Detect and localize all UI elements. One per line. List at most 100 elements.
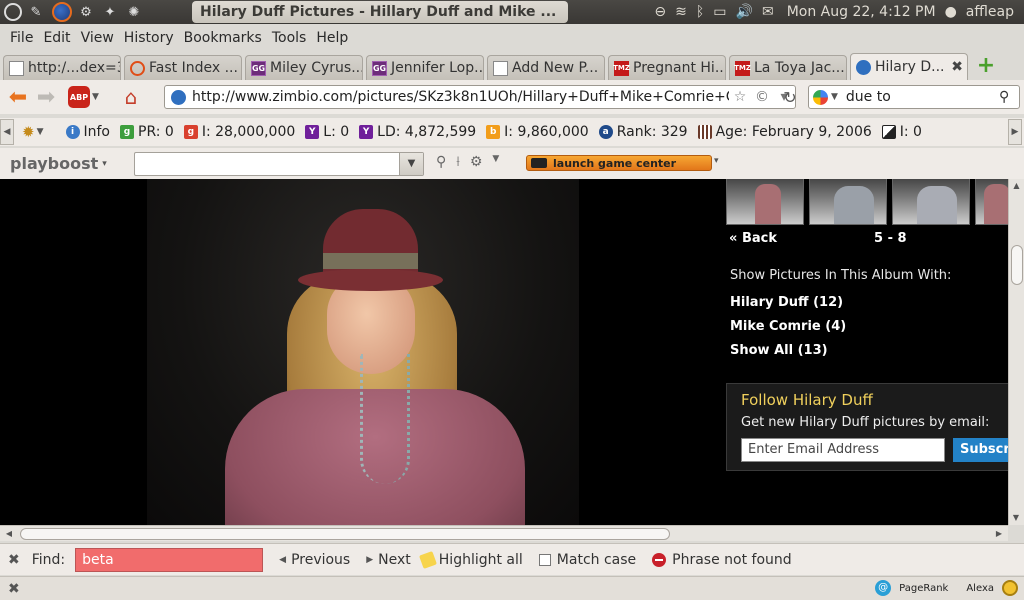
adblock-dropdown-icon[interactable]: ▼ [92,92,99,102]
menu-tools[interactable]: Tools [267,30,312,46]
menu-bookmarks[interactable]: Bookmarks [179,30,267,46]
scroll-down-icon[interactable]: ▼ [1009,511,1023,525]
vertical-scrollbar[interactable]: ▲ ▼ [1008,179,1024,525]
scroll-up-icon[interactable]: ▲ [1009,179,1024,193]
clock[interactable]: Mon Aug 22, 4:12 PM [787,4,936,20]
firefox-icon[interactable] [52,2,72,22]
url-bar[interactable]: http://www.zimbio.com/pictures/SKz3k8n1U… [164,85,796,109]
find-input[interactable]: beta [75,547,264,572]
search-bar[interactable]: ▼ due to ⚲ [808,85,1020,109]
yahoo-ld-item[interactable]: Y LD: 4,872,599 [359,124,476,140]
album-link-show-all[interactable]: Show All (13) [730,343,846,367]
text-editor-icon[interactable]: ✎ [26,2,46,22]
delicious-item[interactable]: I: 0 [881,124,922,140]
bookmark-star-icon[interactable]: ☆ [729,89,751,105]
tab[interactable]: TMZ Pregnant Hi... [608,55,726,80]
back-button[interactable]: ⬅ [4,83,32,111]
seoquake-icon[interactable]: ✹ [22,123,35,141]
back-link[interactable]: « Back [729,231,777,246]
pagerank-status-label[interactable]: PageRank [899,583,948,594]
thumbnail[interactable] [726,179,804,225]
addon-gear-icon[interactable] [1002,580,1018,596]
site-identity-icon[interactable] [171,89,186,105]
user-icon[interactable]: ● [945,4,957,20]
game-center-dropdown-icon[interactable]: ▾ [714,156,719,166]
gear-dropdown-icon[interactable]: ▼ [492,154,499,170]
thumbnail[interactable] [892,179,970,225]
menu-help[interactable]: Help [311,30,353,46]
info-item[interactable]: i Info [65,124,110,140]
find-previous-button[interactable]: ◀ Previous [279,552,350,568]
search-input[interactable]: due to [838,89,999,105]
alexa-status-label[interactable]: Alexa [966,583,994,594]
toolbar-scroll-right-button[interactable]: ▶ [1008,119,1022,145]
user-name[interactable]: affleap [966,4,1014,20]
scroll-left-icon[interactable]: ◀ [2,526,16,542]
tab[interactable]: GG Miley Cyrus... [245,55,363,80]
checkbox-icon[interactable] [538,553,551,566]
settings-launcher-icon[interactable]: ✺ [124,2,144,22]
forward-button[interactable]: ➡ [32,83,60,111]
tab[interactable]: TMZ La Toya Jac... [729,55,847,80]
minimize-icon[interactable]: ⊖ [654,4,666,20]
bing-index-item[interactable]: b I: 9,860,000 [486,124,589,140]
battery-icon[interactable]: ▭ [713,4,726,20]
volume-icon[interactable]: 🔊 [736,4,753,20]
reload-button[interactable]: ↻ [778,83,802,111]
wifi-icon[interactable]: ≋ [675,4,687,20]
yahoo-links-item[interactable]: Y L: 0 [305,124,349,140]
close-addon-bar-icon[interactable]: ✖ [8,581,20,597]
mail-icon[interactable]: ✉ [762,4,774,20]
home-button[interactable]: ⌂ [117,83,145,111]
close-tab-icon[interactable]: ✖ [951,59,963,75]
scroll-right-icon[interactable]: ▶ [992,526,1006,542]
toolbar-scroll-left-button[interactable]: ◀ [0,119,14,145]
page-info-icon[interactable]: © [751,89,773,105]
vertical-scroll-thumb[interactable] [1011,245,1023,285]
tab[interactable]: GG Jennifer Lop... [366,55,484,80]
album-link-hilary-duff[interactable]: Hilary Duff (12) [730,295,846,319]
main-photo[interactable] [147,179,579,525]
highlight-all-button[interactable]: Highlight all [418,550,523,569]
menu-edit[interactable]: Edit [38,30,75,46]
tab-active[interactable]: Hilary D... ✖ [850,53,968,80]
gear-launcher-icon[interactable]: ⚙ [76,2,96,22]
horizontal-scrollbar[interactable]: ◀ ▶ [0,525,1008,541]
tab[interactable]: http:/...dex=3 [3,55,121,80]
playboost-search-input[interactable]: ▼ [134,152,424,176]
alexa-rank-item[interactable]: a Rank: 329 [598,124,688,140]
pagerank-item[interactable]: g PR: 0 [120,124,174,140]
match-case-checkbox[interactable]: Match case [538,552,636,568]
adblock-button[interactable]: ABP [68,86,90,108]
horizontal-scroll-thumb[interactable] [20,528,670,540]
tab[interactable]: Add New P... [487,55,605,80]
menu-file[interactable]: File [5,30,38,46]
email-field[interactable]: Enter Email Address [741,438,945,462]
close-find-bar-icon[interactable]: ✖ [8,552,20,568]
new-tab-button[interactable]: + [975,55,997,78]
menu-view[interactable]: View [76,30,119,46]
album-link-mike-comrie[interactable]: Mike Comrie (4) [730,319,846,343]
bluetooth-icon[interactable]: ᛒ [696,4,704,20]
search-icon[interactable]: ⚲ [999,89,1019,105]
ubuntu-logo-icon[interactable] [4,3,22,21]
thumbnail[interactable] [809,179,887,225]
launch-game-center-button[interactable]: launch game center [526,155,712,171]
gear-icon[interactable]: ⚙ [470,154,483,170]
pagerank-status-icon[interactable]: @ [875,580,892,596]
window-title[interactable]: Hilary Duff Pictures - Hillary Duff and … [192,1,568,23]
puzzle-launcher-icon[interactable]: ✦ [100,2,120,22]
menu-history[interactable]: History [119,30,179,46]
url-text[interactable]: http://www.zimbio.com/pictures/SKz3k8n1U… [192,89,729,105]
playboost-menu-icon[interactable]: ▾ [102,159,107,169]
domain-age-item[interactable]: Age: February 9, 2006 [697,124,872,140]
find-next-button[interactable]: ▶ Next [366,552,411,568]
google-index-item[interactable]: g I: 28,000,000 [183,124,295,140]
playboost-logo[interactable]: playboost [10,154,98,173]
google-icon[interactable] [813,89,828,105]
search-engine-dropdown-icon[interactable]: ▼ [831,92,838,102]
tab[interactable]: Fast Index ... [124,55,242,80]
search-icon[interactable]: ⚲ [436,154,446,170]
chevron-down-icon[interactable]: ▼ [399,153,423,175]
seoquake-dropdown-icon[interactable]: ▼ [37,127,44,137]
